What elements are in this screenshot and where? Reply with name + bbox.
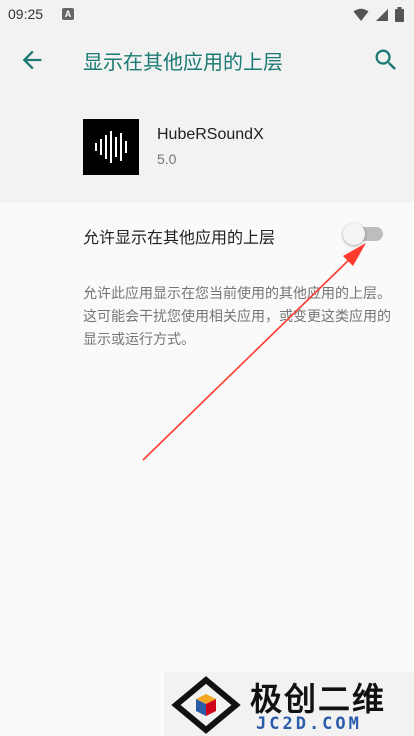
app-version: 5.0 — [157, 151, 177, 167]
signal-icon — [376, 8, 388, 21]
battery-icon — [395, 7, 404, 22]
overlay-permission-label: 允许显示在其他应用的上层 — [83, 228, 276, 247]
watermark-logo-icon — [171, 676, 241, 734]
toggle-thumb — [343, 223, 365, 245]
search-icon[interactable] — [372, 46, 400, 74]
arrow-back-icon[interactable] — [18, 46, 46, 74]
status-icons — [353, 7, 404, 22]
notification-icon: A — [62, 8, 74, 20]
app-bar: 显示在其他应用的上层 — [0, 30, 414, 90]
overlay-permission-row[interactable]: 允许显示在其他应用的上层 — [0, 202, 414, 266]
app-header: HubeRSoundX 5.0 — [0, 90, 414, 202]
watermark-subtitle: JC2D.COM — [256, 714, 362, 734]
wifi-icon — [353, 8, 369, 21]
app-name: HubeRSoundX — [157, 126, 264, 143]
permission-description: 允许此应用显示在您当前使用的其他应用的上层。这可能会干扰您使用相关应用，或变更这… — [83, 286, 391, 348]
status-bar: 09:25 A — [0, 0, 414, 30]
overlay-permission-toggle[interactable] — [343, 223, 385, 245]
status-time: 09:25 — [8, 6, 44, 22]
watermark: 极创二维 JC2D.COM — [164, 672, 414, 736]
page-title: 显示在其他应用的上层 — [83, 50, 283, 74]
sound-wave-icon — [83, 119, 139, 175]
